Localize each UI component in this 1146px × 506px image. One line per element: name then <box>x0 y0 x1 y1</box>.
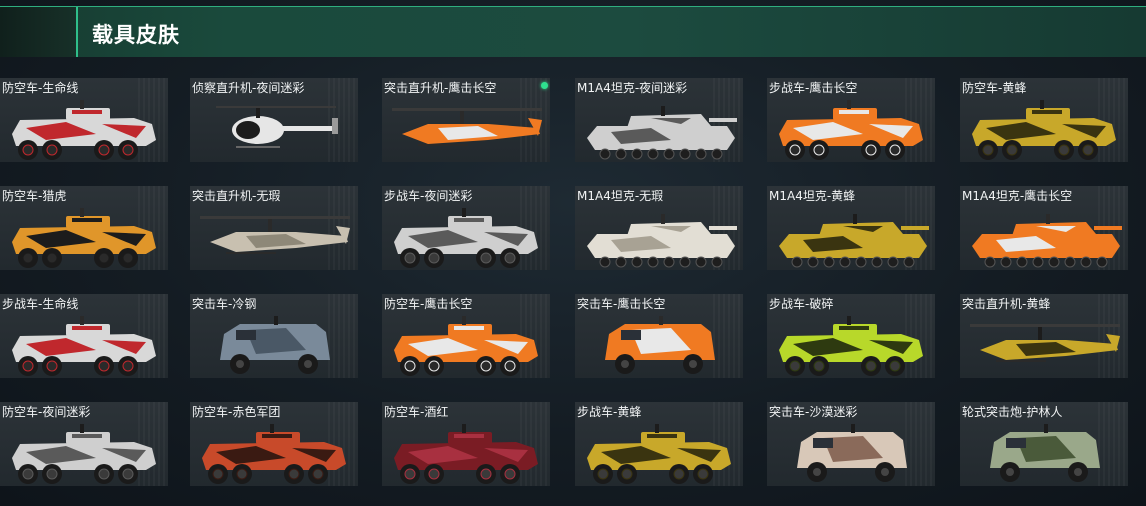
skin-grid: 防空车-生命线 侦察直升机-夜间迷彩 突击直升机-鹰击长空 M1A4坦克-夜间迷彩 步战… <box>0 0 1146 506</box>
skin-name: 突击直升机-鹰击长空 <box>384 81 497 95</box>
attack-heli-image <box>200 216 350 254</box>
skin-card[interactable]: 突击车-冷钢 <box>190 294 358 378</box>
skin-card[interactable]: M1A4坦克-无瑕 <box>575 186 743 270</box>
skin-name: M1A4坦克-夜间迷彩 <box>577 81 688 95</box>
armored-car-image <box>220 316 330 374</box>
skin-name: 突击车-沙漠迷彩 <box>769 405 858 419</box>
skin-card[interactable]: 突击车-沙漠迷彩 <box>767 402 935 486</box>
wheeled-image <box>12 100 156 160</box>
armored-car-image <box>605 316 715 374</box>
wheeled-image <box>12 424 156 484</box>
wheeled-image <box>202 424 346 484</box>
skin-card[interactable]: 步战车-生命线 <box>0 294 168 378</box>
tank-image <box>972 214 1122 268</box>
skin-name: M1A4坦克-鹰击长空 <box>962 189 1073 203</box>
armored-car-image <box>797 424 907 482</box>
skin-card[interactable]: 防空车-鹰击长空 <box>382 294 550 378</box>
skin-name: 轮式突击炮-护林人 <box>962 405 1063 419</box>
wheeled-image <box>587 424 731 484</box>
equipped-indicator-icon <box>541 82 548 89</box>
skin-card[interactable]: 轮式突击炮-护林人 <box>960 402 1128 486</box>
skin-card[interactable]: 防空车-生命线 <box>0 78 168 162</box>
tank-image <box>779 214 929 268</box>
skin-card[interactable]: 侦察直升机-夜间迷彩 <box>190 78 358 162</box>
skin-name: 步战车-鹰击长空 <box>769 81 858 95</box>
skin-card[interactable]: M1A4坦克-鹰击长空 <box>960 186 1128 270</box>
wheeled-image <box>12 208 156 268</box>
skin-name: 防空车-酒红 <box>384 405 449 419</box>
wheeled-image <box>394 208 538 268</box>
skin-card[interactable]: 防空车-赤色军团 <box>190 402 358 486</box>
skin-name: 突击直升机-无瑕 <box>192 189 281 203</box>
skin-name: 步战车-黄蜂 <box>577 405 642 419</box>
skin-card[interactable]: 突击车-鹰击长空 <box>575 294 743 378</box>
armored-car-image <box>990 424 1100 482</box>
skin-name: 侦察直升机-夜间迷彩 <box>192 81 305 95</box>
wheeled-image <box>394 316 538 376</box>
skin-name: 步战车-生命线 <box>2 297 79 311</box>
skin-card[interactable]: 突击直升机-鹰击长空 <box>382 78 550 162</box>
skin-card[interactable]: 步战车-黄蜂 <box>575 402 743 486</box>
attack-heli-image <box>392 108 542 146</box>
skin-name: 防空车-黄蜂 <box>962 81 1027 95</box>
skin-card[interactable]: 步战车-破碎 <box>767 294 935 378</box>
skin-card[interactable]: 步战车-鹰击长空 <box>767 78 935 162</box>
skin-name: 突击直升机-黄蜂 <box>962 297 1051 311</box>
wheeled-image <box>972 100 1116 160</box>
skin-card[interactable]: 防空车-酒红 <box>382 402 550 486</box>
skin-card[interactable]: 突击直升机-黄蜂 <box>960 294 1128 378</box>
skin-card[interactable]: M1A4坦克-黄蜂 <box>767 186 935 270</box>
skin-name: M1A4坦克-黄蜂 <box>769 189 856 203</box>
tank-image <box>587 214 737 268</box>
scout-heli-image <box>216 106 338 148</box>
skin-name: 防空车-生命线 <box>2 81 79 95</box>
wheeled-image <box>394 424 538 484</box>
skin-card[interactable]: 步战车-夜间迷彩 <box>382 186 550 270</box>
skin-card[interactable]: 突击直升机-无瑕 <box>190 186 358 270</box>
skin-card[interactable]: 防空车-黄蜂 <box>960 78 1128 162</box>
skin-card[interactable]: 防空车-猎虎 <box>0 186 168 270</box>
skin-name: 防空车-猎虎 <box>2 189 67 203</box>
skin-name: M1A4坦克-无瑕 <box>577 189 664 203</box>
skin-name: 防空车-赤色军团 <box>192 405 281 419</box>
skin-card[interactable]: 防空车-夜间迷彩 <box>0 402 168 486</box>
skin-name: 突击车-鹰击长空 <box>577 297 666 311</box>
wheeled-image <box>779 100 923 160</box>
wheeled-image <box>779 316 923 376</box>
skin-name: 步战车-破碎 <box>769 297 834 311</box>
skin-card[interactable]: M1A4坦克-夜间迷彩 <box>575 78 743 162</box>
attack-heli-image <box>970 324 1120 362</box>
wheeled-image <box>12 316 156 376</box>
skin-name: 防空车-鹰击长空 <box>384 297 473 311</box>
tank-image <box>587 106 737 160</box>
skin-name: 突击车-冷钢 <box>192 297 257 311</box>
skin-name: 步战车-夜间迷彩 <box>384 189 473 203</box>
skin-name: 防空车-夜间迷彩 <box>2 405 91 419</box>
